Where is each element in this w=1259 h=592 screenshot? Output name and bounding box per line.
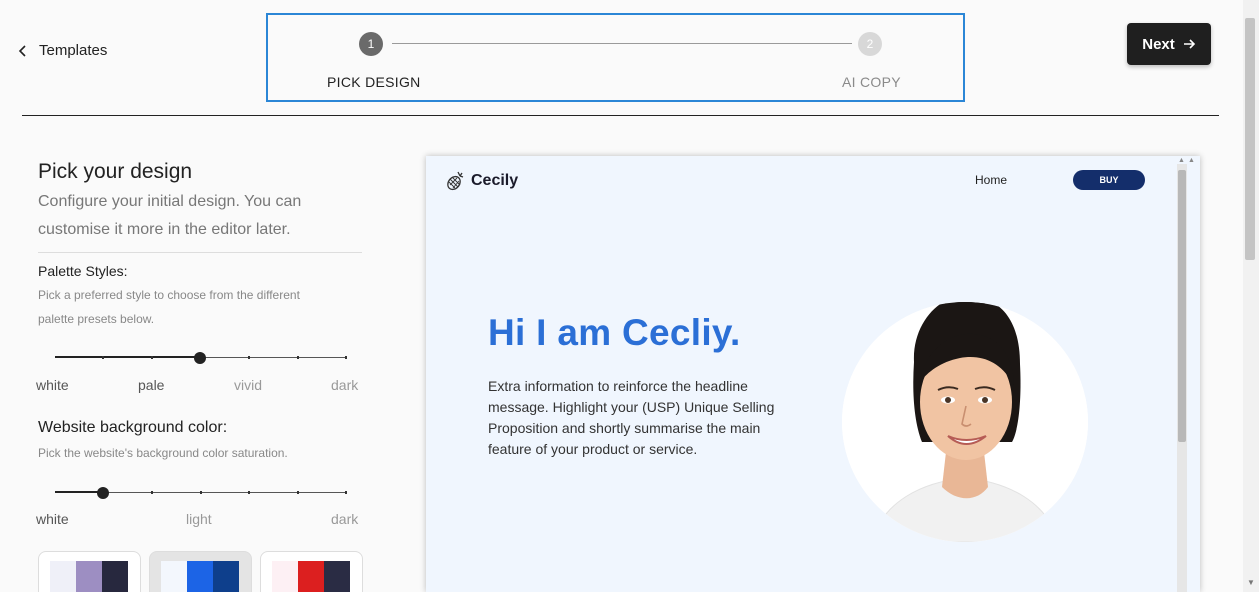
swatch-color — [324, 561, 350, 592]
slider-tick — [345, 491, 347, 494]
swatch-color — [213, 561, 239, 592]
preview-hero-text: Extra information to reinforce the headl… — [488, 378, 775, 457]
slider-tick — [297, 491, 299, 494]
preview-nav-home[interactable]: Home — [975, 173, 1007, 187]
back-label: Templates — [39, 42, 108, 59]
arrow-right-icon — [1183, 39, 1195, 49]
preview-scrollbar-thumb[interactable] — [1178, 170, 1186, 442]
step-1-label: PICK DESIGN — [327, 74, 421, 90]
slider-tick — [200, 491, 202, 494]
step-connector — [392, 43, 852, 44]
slider-knob[interactable] — [194, 352, 206, 364]
slider-tick — [151, 491, 153, 494]
background-color-label: Website background color: — [38, 419, 228, 436]
background-stop-white: white — [36, 511, 69, 527]
step-2-indicator: 2 — [858, 32, 882, 56]
slider-tick — [102, 356, 104, 359]
slider-fill — [55, 356, 200, 358]
swatch-color — [50, 561, 76, 592]
preview-brand: Cecily — [471, 172, 519, 189]
slider-tick — [248, 491, 250, 494]
back-to-templates-link[interactable]: Templates — [18, 42, 107, 59]
swatch-color — [298, 561, 324, 592]
slider-tick — [248, 356, 250, 359]
palette-styles-help: Pick a preferred style to choose from th… — [38, 288, 300, 326]
swatch-color — [272, 561, 298, 592]
portrait-image — [842, 302, 1088, 542]
scroll-up-icon[interactable]: ▲ — [1188, 157, 1195, 164]
preview-hero-title: Hi I am Cecliy. — [488, 312, 741, 353]
step-1-indicator: 1 — [359, 32, 383, 56]
next-label: Next — [1142, 35, 1175, 53]
panel-divider — [38, 252, 362, 253]
preview-buy-button[interactable]: BUY — [1073, 170, 1145, 190]
swatch-color — [161, 561, 187, 592]
background-saturation-slider[interactable] — [55, 487, 347, 499]
scroll-down-icon[interactable]: ▼ — [1247, 578, 1255, 587]
progress-stepper: 1 2 PICK DESIGN AI COPY — [266, 13, 965, 102]
swatch-color — [76, 561, 102, 592]
swatch-color — [187, 561, 213, 592]
palette-swatch-3[interactable] — [260, 551, 363, 592]
scroll-up-icon[interactable]: ▲ — [1178, 157, 1185, 164]
hero-portrait — [842, 302, 1088, 542]
preview-logo: Cecily — [444, 170, 518, 192]
palette-style-slider[interactable] — [55, 352, 347, 364]
header-divider — [22, 115, 1219, 116]
palette-stop-white: white — [36, 377, 69, 393]
palette-swatch-2[interactable] — [149, 551, 252, 592]
palette-stop-dark: dark — [331, 377, 359, 393]
background-stop-light: light — [186, 511, 212, 527]
slider-tick — [297, 356, 299, 359]
panel-description: Configure your initial design. You can c… — [38, 193, 302, 238]
step-2-label: AI COPY — [842, 74, 901, 90]
background-stop-dark: dark — [331, 511, 359, 527]
palette-stop-pale: pale — [138, 377, 165, 393]
palette-styles-label: Palette Styles: — [38, 263, 128, 279]
slider-fill — [55, 491, 103, 493]
slider-knob[interactable] — [97, 487, 109, 499]
palette-swatch-1[interactable] — [38, 551, 141, 592]
pineapple-logo-icon — [447, 171, 464, 191]
chevron-left-icon — [18, 44, 26, 57]
swatch-color — [102, 561, 128, 592]
next-button[interactable]: Next — [1127, 23, 1211, 65]
window-scrollbar-thumb[interactable] — [1245, 18, 1255, 260]
slider-tick — [151, 356, 153, 359]
background-color-help: Pick the website's background color satu… — [38, 446, 288, 460]
palette-stop-vivid: vivid — [234, 377, 263, 393]
panel-title: Pick your design — [38, 160, 193, 183]
website-preview: Cecily Home BUY Hi I am Cecliy. Extra in… — [426, 156, 1200, 592]
slider-tick — [345, 356, 347, 359]
